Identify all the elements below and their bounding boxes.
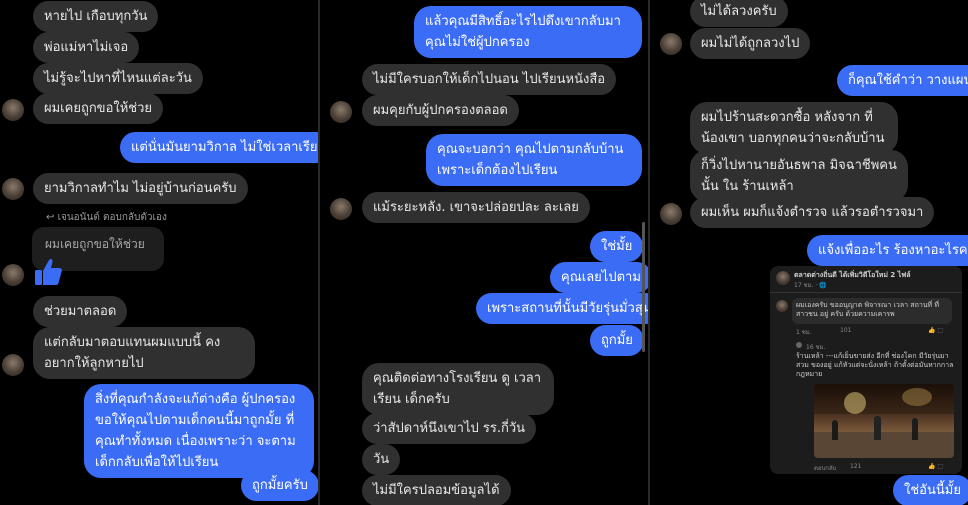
message-bubble-own: แล้วคุณมีสิทธิ์อะไรไปดึงเขากลับมา คุณไม่… [414, 6, 642, 58]
message-bubble-own: ถูกมั้ย [590, 325, 644, 356]
comment-text: ร้านเหล้า ---แก้เย็นขายส่ง อีกที่ ช่องโค… [796, 352, 954, 378]
avatar[interactable] [2, 178, 24, 200]
chat-panel-3: ไม่ได้ลวงครับ ผมไม่ได้ถูกลวงไป ก็คุณใช้ค… [650, 0, 968, 505]
message-bubble: แม้ระยะหลัง. เขาจะปล่อยปละ ละเลย [362, 192, 590, 223]
reply-arrow-icon: ↩ [46, 212, 58, 223]
comment-time: 16 ชม. [806, 344, 826, 351]
message-bubble: คุณติดต่อทางโรงเรียน ดู เวลาเรียน เด็กคร… [362, 363, 554, 415]
comment-text: ผมเองครับ ขออนุญาต พิจารณา เวลา สถานที่ … [796, 301, 939, 318]
message-bubble: ไม่มีใครบอกให้เด็กไปนอน ไปเรียนหนังสือ [362, 64, 617, 95]
chat-panel-2: แล้วคุณมีสิทธิ์อะไรไปดึงเขากลับมา คุณไม่… [320, 0, 648, 505]
message-bubble: ช่วยมาตลอด [33, 296, 128, 327]
thumbs-up-icon [35, 258, 62, 285]
message-bubble: ยามวิกาลทำไม ไม่อยู่บ้านก่อนครับ [33, 173, 248, 204]
avatar[interactable] [660, 33, 682, 55]
message-bubble: ไม่รู้จะไปหาที่ไหนแต่ละวัน [33, 63, 203, 94]
message-bubble: ผมไม่ได้ถูกลวงไป [690, 28, 811, 59]
message-bubble: ผมคุยกับผู้ปกครองตลอด [362, 95, 519, 126]
message-bubble-own: ใช่อันนี้มั้ย [893, 475, 968, 505]
comment-time: 1 ชม. [796, 329, 812, 336]
message-bubble: ผมเคยถูกขอให้ช่วย [33, 93, 164, 124]
avatar[interactable] [330, 198, 352, 220]
avatar[interactable] [2, 99, 24, 121]
message-bubble: ไม่ได้ลวงครับ [690, 0, 788, 27]
message-bubble-own: คุณเลยไปตาม [550, 262, 648, 293]
post-time: 17 ชม. · 🌐 [794, 282, 827, 289]
message-bubble: ผมเห็น ผมก็แจ้งตำรวจ แล้วรอตำรวจมา [690, 197, 935, 228]
message-bubble: หายไป เกือบทุกวัน [33, 1, 159, 32]
message-bubble-own: แต่นั่นมันยามวิกาล ไม่ใช่เวลาเรียน [120, 132, 318, 163]
message-bubble-own: สิ่งที่คุณกำลังจะแก้ต่างคือ ผู้ปกครองขอใ… [84, 384, 314, 478]
comment-photo[interactable] [814, 384, 954, 458]
page-avatar-icon [776, 271, 790, 285]
message-bubble: แต่กลับมาตอบแทนผมแบบนี้ คงอยากให้ลูกหายไ… [33, 327, 255, 379]
message-bubble: ผมไปร้านสะดวกซื้อ หลังจาก ที่น้องเขา บอก… [690, 102, 898, 154]
message-bubble: ว่าสัปดาห์นึงเขาไป รร.กี่วัน [362, 413, 537, 444]
avatar[interactable] [330, 101, 352, 123]
avatar[interactable] [660, 203, 682, 225]
message-bubble-own: ถูกมั้ยครับ [241, 470, 318, 501]
reaction-count: 121 [850, 463, 862, 470]
like-icon[interactable]: 👍 ⬚ [928, 463, 943, 470]
message-bubble-own: เพราะสถานที่นั้นมีวัยรุ่นมั่วสุม [476, 293, 648, 324]
message-bubble: ไม่มีใครปลอมข้อมูลได้ [362, 475, 511, 505]
message-bubble: พ่อแม่หาไม่เจอ [33, 32, 140, 63]
reaction-count: 101 [840, 327, 852, 334]
post-header: ตลาดต่างถิ่นดี ได้เพิ่มวิดีโอใหม่ 2 ไฟล์ [794, 271, 911, 279]
avatar[interactable] [2, 264, 24, 286]
message-bubble: วัน [362, 444, 401, 475]
chat-panel-1: หายไป เกือบทุกวัน พ่อแม่หาไม่เจอ ไม่รู้จ… [0, 0, 318, 505]
message-bubble-own: แจ้งเพื่ออะไร ร้องหาอะไรครับ [807, 235, 968, 266]
shared-screenshot[interactable]: ตลาดต่างถิ่นดี ได้เพิ่มวิดีโอใหม่ 2 ไฟล์… [770, 266, 962, 474]
message-bubble: ก็วิ่งไปหานายอันธพาล มิจฉาชีพคนนั้น ใน ร… [690, 150, 908, 202]
commenter-avatar-icon [776, 300, 788, 312]
reply-link[interactable]: ตอบกลับ [814, 463, 836, 473]
avatar[interactable] [2, 354, 24, 376]
like-icon[interactable]: 👍 ⬚ [928, 327, 943, 334]
message-bubble-own: ใช่มั้ย [590, 231, 644, 262]
message-bubble-own: คุณจะบอกว่า คุณไปตามกลับบ้านเพราะเด็กต้อ… [426, 134, 642, 186]
reply-note: ↩ เจนอนันต์ ตอบกลับตัวเอง [46, 212, 167, 223]
scrollbar[interactable] [642, 222, 645, 352]
message-bubble-own: ก็คุณใช้คำว่า วางแผน [837, 65, 968, 96]
